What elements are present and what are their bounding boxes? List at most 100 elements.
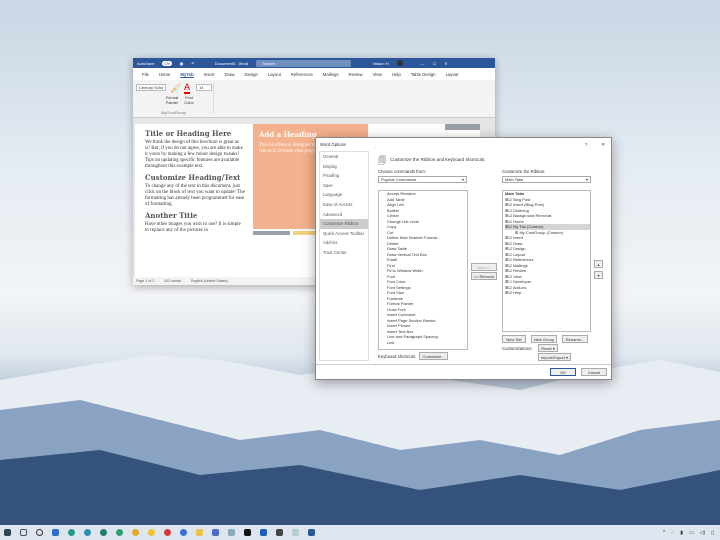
app-icon-5[interactable]	[276, 529, 283, 536]
checkbox[interactable]: ⊞☑	[505, 235, 513, 240]
move-down-button[interactable]: ▾	[594, 271, 603, 279]
tab-table-design[interactable]: Table Design	[406, 72, 441, 77]
font-color-icon[interactable]: A	[184, 82, 190, 94]
tab-design[interactable]: Design	[239, 72, 262, 77]
language[interactable]: English (United States)	[191, 279, 228, 283]
autosave-toggle[interactable]: Off	[162, 61, 171, 66]
ok-button[interactable]: OK	[550, 368, 576, 376]
maximize-icon[interactable]: ☐	[433, 61, 437, 66]
app-icon-4[interactable]	[260, 529, 267, 536]
tab-references[interactable]: References	[286, 72, 318, 77]
checkbox[interactable]: ⊞☑	[505, 268, 513, 273]
checkbox[interactable]: ⊞☑	[505, 241, 513, 246]
new-group-button[interactable]: New Group	[531, 335, 557, 343]
dialog-close-button[interactable]: ✕	[601, 142, 605, 147]
font-name-box[interactable]: Century Scho	[136, 84, 166, 91]
edge-beta-icon[interactable]	[84, 529, 91, 536]
page-count[interactable]: Page 1 of 2	[136, 279, 154, 283]
checkbox[interactable]: ⊞☑	[505, 257, 513, 262]
tab-view[interactable]: View	[368, 72, 387, 77]
app-icon[interactable]	[52, 529, 59, 536]
tab-insert[interactable]: Insert	[199, 72, 220, 77]
choose-commands-dropdown[interactable]: Popular Commands▾	[378, 176, 467, 183]
move-up-button[interactable]: ▴	[594, 260, 603, 268]
checkbox[interactable]: ⊞☑	[505, 213, 513, 218]
undo-icon[interactable]: ↶	[191, 61, 194, 66]
edge-dev-icon[interactable]	[100, 529, 107, 536]
checkbox[interactable]: ⊞☑	[505, 274, 513, 279]
commands-list[interactable]: Accept RevisionAdd TableAlign LeftBullet…	[378, 190, 468, 350]
minimize-icon[interactable]: —	[421, 61, 425, 66]
sidebar-item-ease-of-access[interactable]: Ease of Access	[320, 200, 368, 210]
checkbox[interactable]: ⊞☑	[505, 290, 513, 295]
tab-home[interactable]: Home	[154, 72, 175, 77]
sidebar-item-trust-center[interactable]: Trust Center	[320, 248, 368, 258]
close-icon[interactable]: ✕	[444, 61, 447, 66]
checkbox[interactable]: ⊞☑	[505, 252, 513, 257]
app-blue-icon[interactable]	[180, 529, 187, 536]
word-count[interactable]: 512 words	[164, 279, 181, 283]
user-name[interactable]: Mauro H	[373, 61, 388, 66]
rename-button[interactable]: Rename...	[562, 335, 588, 343]
tab-layout[interactable]: Layout	[441, 72, 464, 77]
tab-review[interactable]: Review	[344, 72, 368, 77]
checkbox[interactable]: ⊞☑	[505, 246, 513, 251]
chrome-icon[interactable]	[132, 529, 139, 536]
checkbox[interactable]: ⊞☑	[505, 202, 513, 207]
sidebar-item-advanced[interactable]: Advanced	[320, 210, 368, 220]
add-button[interactable]: Add >>	[471, 263, 497, 271]
system-tray[interactable]: ^◌▮▭◁)▯	[663, 530, 714, 536]
tab-file[interactable]: File	[137, 72, 154, 77]
sidebar-item-proofing[interactable]: Proofing	[320, 171, 368, 181]
sidebar-item-language[interactable]: Language	[320, 190, 368, 200]
canary-icon[interactable]	[148, 529, 155, 536]
edge-icon[interactable]	[68, 529, 75, 536]
explorer-icon[interactable]	[196, 529, 203, 536]
checkbox[interactable]: ⊞☑	[505, 219, 513, 224]
font-size-box[interactable]: 14	[196, 84, 212, 91]
app-icon-3[interactable]	[228, 529, 235, 536]
customize-button[interactable]: Customize...	[419, 352, 448, 360]
cortana-icon[interactable]	[36, 529, 43, 536]
task-view-icon[interactable]	[20, 529, 27, 536]
new-tab-button[interactable]: New Tab	[502, 335, 526, 343]
app-icon-2[interactable]	[212, 529, 219, 536]
avatar[interactable]	[397, 60, 403, 66]
sidebar-item-add-ins[interactable]: Add-ins	[320, 238, 368, 248]
sidebar-item-general[interactable]: General	[320, 152, 368, 162]
tab-help[interactable]: Help	[387, 72, 406, 77]
checkbox[interactable]: ⊞☑	[505, 263, 513, 268]
tab-mytab[interactable]: MyTab	[175, 72, 198, 77]
cancel-button[interactable]: Cancel	[581, 368, 607, 376]
format-painter-icon[interactable]: 🖌	[170, 83, 181, 94]
reset-button[interactable]: Reset ▾	[538, 344, 558, 352]
checkbox[interactable]: ⊞☑	[505, 208, 513, 213]
app-red-icon[interactable]	[164, 529, 171, 536]
start-icon[interactable]	[4, 529, 11, 536]
format-painter-label[interactable]: Format Painter	[164, 95, 180, 105]
tree-item[interactable]: ⊞☑ Help	[505, 290, 590, 296]
tab-draw[interactable]: Draw	[219, 72, 239, 77]
ribbon-tree[interactable]: Main Tabs⊞☑ Blog Post⊞☑ Insert (Blog Pos…	[502, 190, 591, 332]
checkbox[interactable]: ⊞☑	[505, 285, 513, 290]
save-icon[interactable]: ▣	[180, 61, 184, 66]
import-export-button[interactable]: Import/Export ▾	[538, 353, 571, 361]
checkbox[interactable]: ⊞☑	[505, 197, 513, 202]
edge-canary-icon[interactable]	[116, 529, 123, 536]
checkbox[interactable]: ⊞☐	[505, 279, 513, 284]
terminal-icon[interactable]	[244, 529, 251, 536]
app-icon-6[interactable]	[292, 529, 299, 536]
command-item[interactable]: Link	[387, 340, 467, 346]
tab-layout[interactable]: Layout	[263, 72, 286, 77]
sidebar-item-save[interactable]: Save	[320, 181, 368, 191]
checkbox[interactable]: ⊞☑	[505, 224, 513, 229]
help-button[interactable]: ?	[585, 142, 587, 147]
sidebar-item-quick-access-toolbar[interactable]: Quick Access Toolbar	[320, 229, 368, 239]
remove-button[interactable]: << Remove	[471, 272, 497, 280]
sidebar-item-customize-ribbon[interactable]: Customize Ribbon	[320, 219, 368, 229]
customize-ribbon-dropdown[interactable]: Main Tabs▾	[502, 176, 591, 183]
tab-mailings[interactable]: Mailings	[318, 72, 344, 77]
font-color-label[interactable]: Font Color	[182, 95, 196, 105]
autosave-label[interactable]: AutoSave	[137, 61, 154, 66]
sidebar-item-display[interactable]: Display	[320, 162, 368, 172]
